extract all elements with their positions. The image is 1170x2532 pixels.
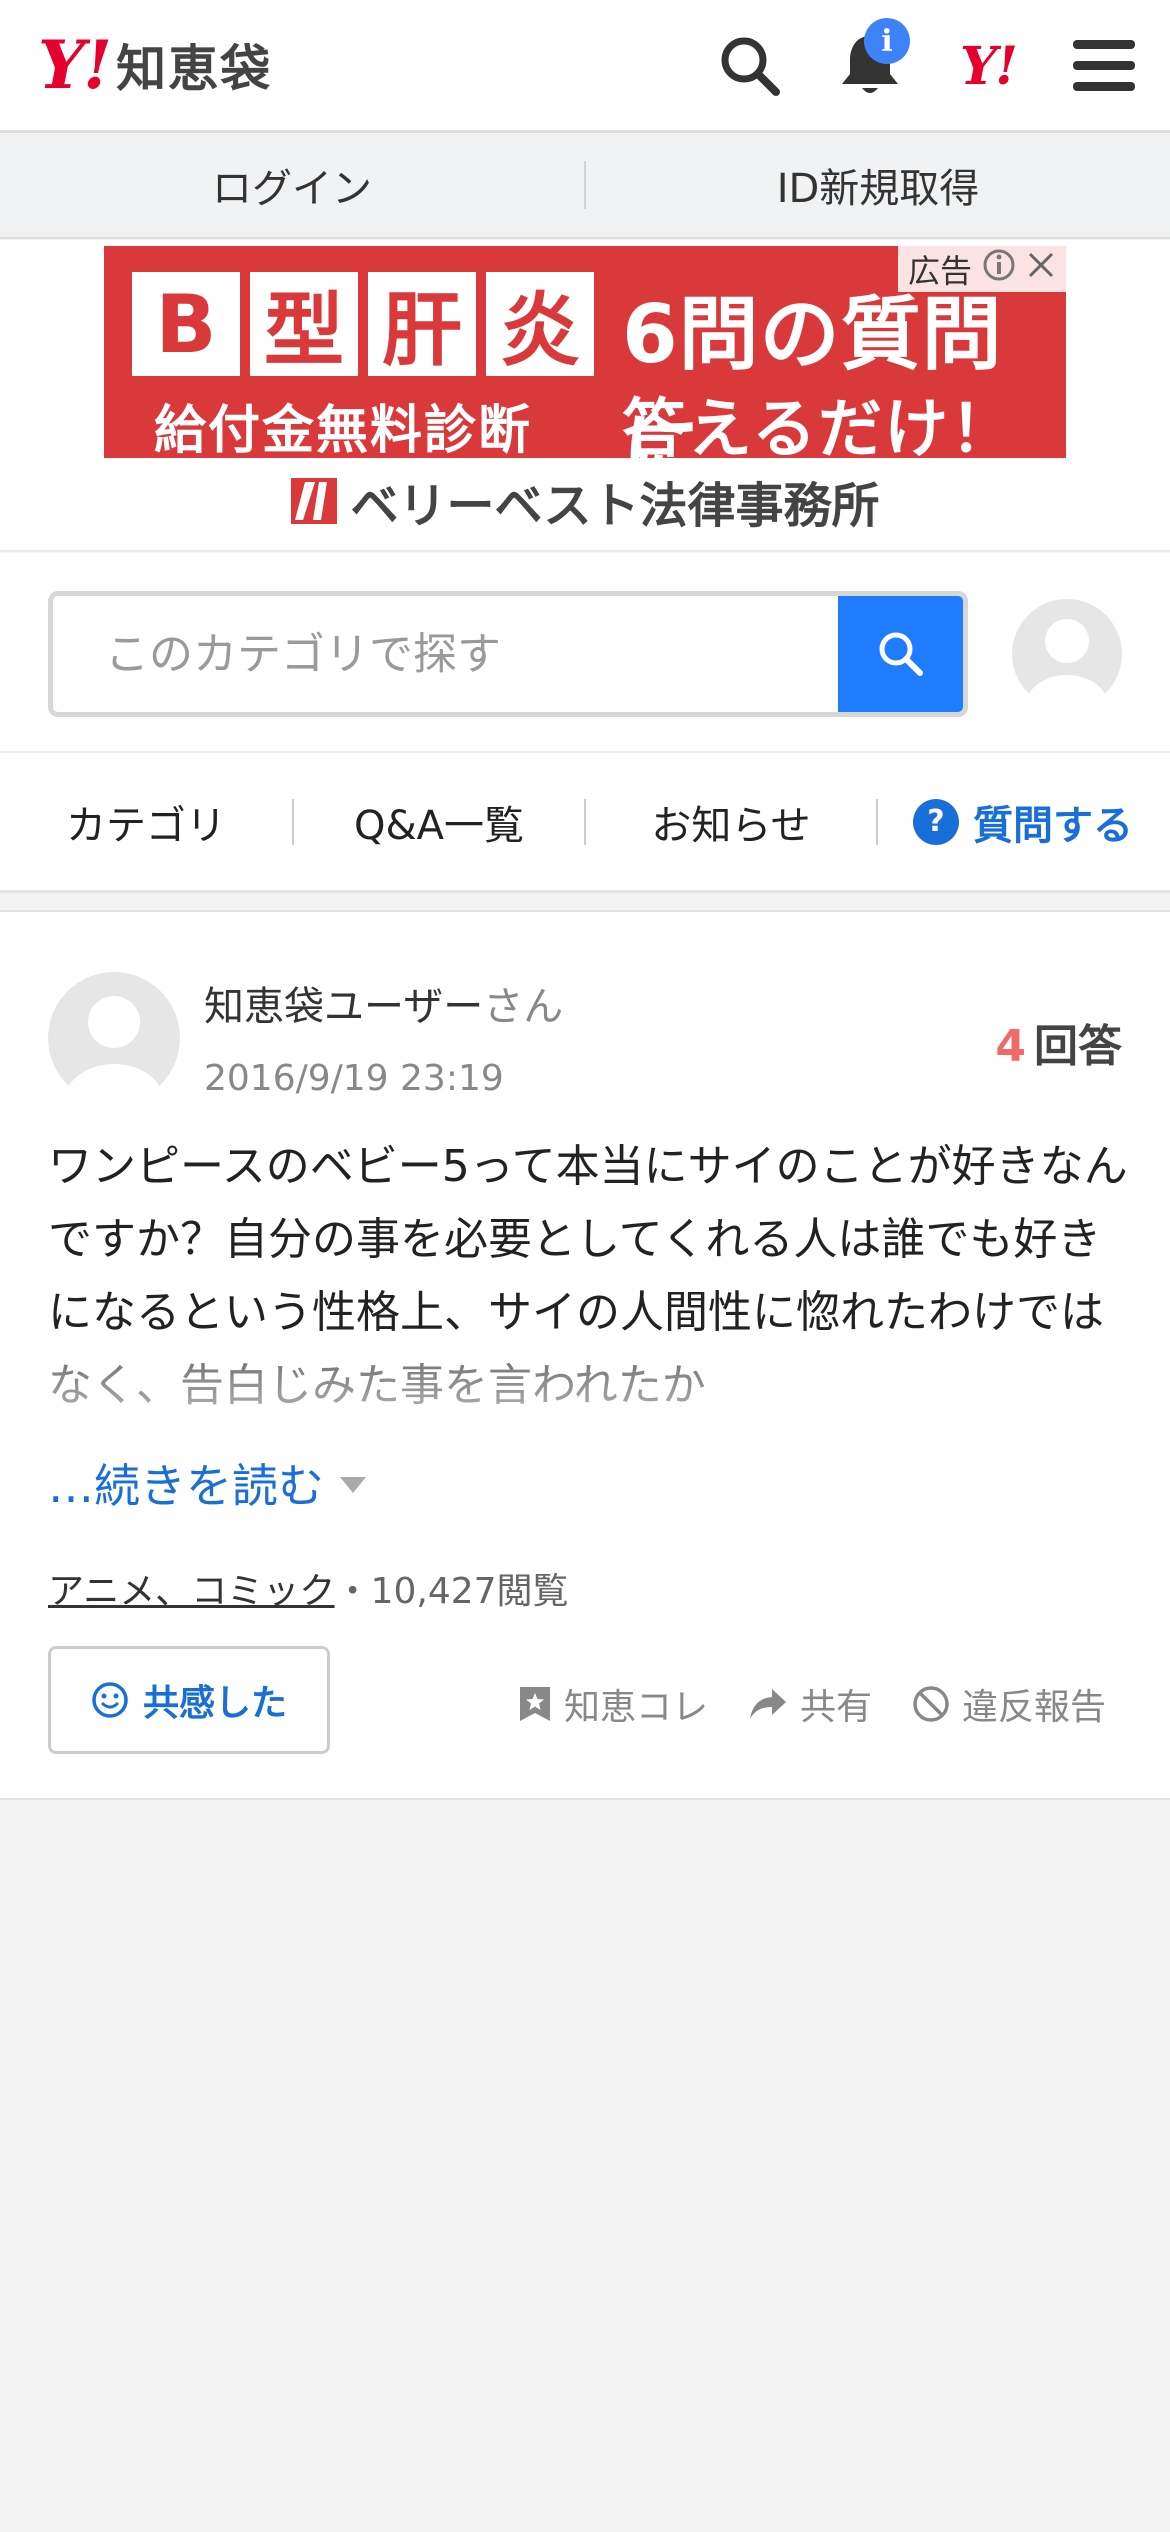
question-actions: 知恵コレ 共有 違反報告	[518, 1678, 1106, 1730]
view-count: ・10,427閲覧	[334, 1571, 569, 1612]
ad-area: B 型 肝 炎 給付金無料診断 6問の質問に 答えるだけ！ 広告 ベリーベスト法…	[0, 240, 1170, 552]
avatar	[48, 972, 180, 1104]
category-link[interactable]: アニメ、コミック	[48, 1571, 335, 1612]
notification-badge: i	[864, 18, 910, 64]
search-box	[48, 591, 968, 717]
read-more-link[interactable]: …続きを読む	[48, 1450, 366, 1516]
author-name: 知恵袋ユーザー	[204, 984, 484, 1030]
ad-banner[interactable]: B 型 肝 炎 給付金無料診断 6問の質問に 答えるだけ！ 広告	[104, 246, 1066, 497]
ad-label-text: 広告	[907, 252, 972, 290]
login-bar: ログイン ID新規取得	[0, 133, 1170, 239]
ask-label: 質問する	[973, 802, 1133, 849]
answer-count-label: 回答	[1034, 1021, 1122, 1072]
question-card: 知恵袋ユーザーさん 2016/9/19 23:19 4 回答 ワンピースのベビー5…	[0, 910, 1170, 1800]
smile-icon	[92, 1682, 128, 1718]
ad-kanji: B	[132, 272, 240, 376]
tab-qa-list[interactable]: Q&A一覧	[294, 752, 584, 892]
ad-sponsor[interactable]: ベリーベスト法律事務所	[0, 466, 1170, 536]
text-fade-overlay	[0, 1345, 1170, 1455]
report-button[interactable]: 違反報告	[912, 1678, 1106, 1730]
bell-icon[interactable]: i	[830, 18, 910, 106]
answer-count-number: 4	[995, 1021, 1026, 1072]
author-suffix: さん	[483, 984, 564, 1030]
tab-news[interactable]: お知らせ	[586, 752, 876, 892]
answer-count: 4 回答	[995, 1010, 1122, 1074]
search-section	[0, 553, 1170, 753]
login-link[interactable]: ログイン	[0, 133, 584, 237]
share-icon	[749, 1689, 786, 1719]
share-button[interactable]: 共有	[748, 1678, 872, 1730]
empathy-label: 共感した	[142, 1683, 287, 1724]
search-icon[interactable]	[710, 26, 790, 106]
collect-label: 知恵コレ	[563, 1687, 708, 1728]
chiebukuro-logo[interactable]: Y! 知恵袋	[38, 30, 272, 100]
tab-category[interactable]: カテゴリ	[0, 752, 292, 892]
register-link[interactable]: ID新規取得	[586, 133, 1170, 237]
collect-button[interactable]: 知恵コレ	[518, 1678, 708, 1730]
close-icon[interactable]	[1026, 250, 1056, 288]
ad-kanji: 肝	[368, 272, 476, 377]
search-input[interactable]	[53, 596, 843, 712]
bookmark-icon	[519, 1687, 550, 1721]
question-icon: ?	[913, 798, 959, 845]
ask-question-button[interactable]: ? 質問する	[878, 752, 1168, 892]
ad-tagline: 答えるだけ！	[622, 393, 1017, 467]
question-meta: アニメ、コミック・10,427閲覧	[48, 1562, 569, 1614]
search-button[interactable]	[838, 596, 963, 712]
sponsor-name: ベリーベスト法律事務所	[350, 478, 880, 534]
report-label: 違反報告	[961, 1687, 1106, 1728]
hamburger-menu-icon[interactable]	[1064, 26, 1144, 106]
logo-text: 知恵袋	[116, 40, 273, 98]
yahoo-mark: Y!	[960, 35, 1018, 97]
yahoo-logo-mark: Y!	[38, 26, 112, 104]
chevron-down-icon	[340, 1477, 366, 1493]
category-nav: カテゴリ Q&A一覧 お知らせ ? 質問する	[0, 753, 1170, 893]
question-date: 2016/9/19 23:19	[204, 1058, 504, 1099]
question-author: 知恵袋ユーザーさん	[204, 974, 563, 1032]
empathy-button[interactable]: 共感した	[48, 1646, 330, 1754]
ad-kanji: 型	[250, 272, 358, 377]
share-label: 共有	[799, 1687, 872, 1728]
prohibited-icon	[913, 1686, 949, 1722]
search-icon	[879, 632, 923, 676]
sponsor-logo-icon	[290, 478, 337, 524]
ad-label[interactable]: 広告	[897, 246, 1066, 292]
info-icon[interactable]	[982, 248, 1016, 290]
read-more-label: …続きを読む	[48, 1459, 324, 1513]
ad-subtitle: 給付金無料診断	[154, 401, 533, 461]
ad-kanji: 炎	[486, 272, 594, 377]
yahoo-home-icon[interactable]: Y!	[948, 26, 1028, 106]
app-header: Y! 知恵袋 i Y!	[0, 0, 1170, 133]
avatar[interactable]	[1012, 599, 1122, 709]
